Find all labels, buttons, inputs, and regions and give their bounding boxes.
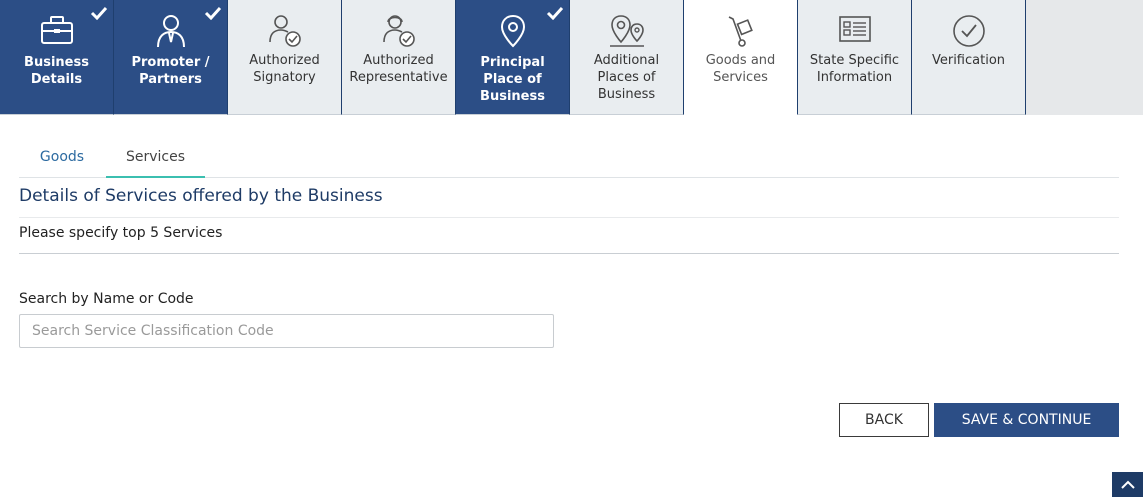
checkmark-icon [204, 6, 222, 20]
step-label: Goods and Services [705, 53, 776, 85]
step-principal-place-of-business[interactable]: Principal Place of Business [456, 0, 570, 115]
save-continue-button[interactable]: SAVE & CONTINUE [934, 403, 1119, 437]
multiple-pins-icon [607, 14, 647, 52]
step-authorized-representative[interactable]: Authorized Representative [342, 0, 456, 115]
divider [19, 217, 1119, 218]
step-label: Verification [931, 53, 1006, 68]
step-label: Principal Place of Business [480, 55, 545, 104]
person-headset-check-icon [379, 14, 419, 52]
step-label: Promoter / Partners [131, 55, 210, 87]
step-label: Business Details [24, 55, 89, 87]
step-label: Additional Places of Business [593, 53, 660, 102]
hand-truck-icon [721, 14, 761, 52]
section-hint: Please specify top 5 Services [19, 225, 223, 241]
id-card-icon [835, 14, 875, 52]
step-label: Authorized Signatory [249, 53, 320, 85]
step-verification[interactable]: Verification [912, 0, 1026, 115]
tab-services[interactable]: Services [106, 138, 205, 178]
step-authorized-signatory[interactable]: Authorized Signatory [228, 0, 342, 115]
chevron-up-icon [1120, 480, 1135, 489]
sub-tabs: Goods Services [19, 138, 1119, 178]
person-tie-icon [151, 14, 191, 52]
briefcase-icon [37, 14, 77, 52]
step-promoter-partners[interactable]: Promoter / Partners [114, 0, 228, 115]
tab-goods[interactable]: Goods [19, 138, 105, 178]
step-state-specific-information[interactable]: State Specific Information [798, 0, 912, 115]
back-button[interactable]: BACK [839, 403, 929, 437]
step-goods-and-services[interactable]: Goods and Services [684, 0, 798, 115]
registration-steps: Business Details Promoter / Partners Aut… [0, 0, 1143, 115]
check-circle-icon [949, 14, 989, 52]
section-title: Details of Services offered by the Busin… [19, 186, 383, 206]
search-input[interactable] [19, 314, 554, 348]
checkmark-icon [90, 6, 108, 20]
divider [19, 253, 1119, 254]
step-label: State Specific Information [809, 53, 900, 85]
checkmark-icon [546, 6, 564, 20]
scroll-to-top-button[interactable] [1112, 472, 1143, 497]
step-additional-places-of-business[interactable]: Additional Places of Business [570, 0, 684, 115]
step-label: Authorized Representative [349, 53, 448, 85]
step-business-details[interactable]: Business Details [0, 0, 114, 115]
location-pin-icon [493, 14, 533, 52]
person-check-icon [265, 14, 305, 52]
search-label: Search by Name or Code [19, 291, 194, 307]
